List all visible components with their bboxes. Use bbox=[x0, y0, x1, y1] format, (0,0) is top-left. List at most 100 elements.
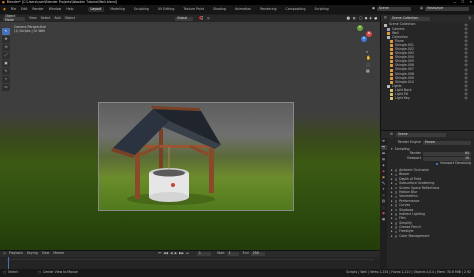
tab-scripting[interactable]: Scripting bbox=[311, 7, 331, 12]
jump-start-icon[interactable]: ⏮ bbox=[158, 252, 161, 255]
gizmo-z-axis[interactable]: Z bbox=[361, 36, 367, 42]
filter-icon[interactable]: ⚲ bbox=[469, 16, 471, 20]
measure-tool[interactable]: ⌖ bbox=[2, 76, 10, 83]
panel-enable-checkbox[interactable] bbox=[394, 230, 398, 234]
tab-compositing[interactable]: Compositing bbox=[283, 7, 309, 12]
tab-animation[interactable]: Animation bbox=[232, 7, 254, 12]
xray-icon[interactable]: ◧ bbox=[353, 16, 356, 20]
panel-enable-checkbox[interactable] bbox=[394, 200, 398, 203]
end-frame-field[interactable]: 250 bbox=[250, 252, 265, 256]
outliner-item[interactable]: Light Key 👁 bbox=[384, 96, 474, 101]
viewport-menu-add[interactable]: Add bbox=[54, 16, 60, 20]
menu-render[interactable]: Render bbox=[32, 7, 43, 11]
menu-file[interactable]: File bbox=[11, 7, 16, 11]
scale-tool[interactable]: ⤢ bbox=[2, 52, 10, 59]
render-tab-icon[interactable]: 📷 bbox=[380, 145, 387, 150]
timeline-editor-icon[interactable]: ◷ bbox=[3, 252, 6, 255]
material-tab-icon[interactable]: ● bbox=[381, 211, 387, 216]
snap-icon[interactable]: 🧲 bbox=[199, 16, 203, 20]
viewport-menu-view[interactable]: View bbox=[29, 16, 37, 20]
output-tab-icon[interactable]: 🖶 bbox=[381, 151, 387, 156]
scene-field[interactable]: Scene bbox=[377, 6, 412, 11]
properties-editor-icon[interactable]: ⚙ bbox=[390, 132, 393, 136]
3d-viewport[interactable]: Camera Perspective (1) Scripts | Gr Well… bbox=[0, 22, 380, 250]
playhead[interactable] bbox=[8, 257, 9, 269]
timeline-menu-keying[interactable]: Keying bbox=[27, 252, 38, 255]
play-reverse-icon[interactable]: ◀ bbox=[170, 252, 172, 255]
select-tool[interactable]: ↖ bbox=[2, 28, 10, 35]
menu-help[interactable]: Help bbox=[66, 7, 73, 11]
tab-layout[interactable]: Layout bbox=[87, 6, 105, 13]
panel-enable-checkbox[interactable] bbox=[394, 186, 398, 190]
panel-enable-checkbox[interactable] bbox=[394, 208, 398, 212]
blender-menu-icon[interactable]: ◉ bbox=[3, 7, 6, 11]
visibility-eye-icon[interactable]: 👁 bbox=[464, 97, 468, 100]
grid-icon[interactable]: ▦ bbox=[366, 68, 371, 74]
texture-tab-icon[interactable]: ▦ bbox=[381, 217, 387, 222]
constraints-tab-icon[interactable]: ⛓ bbox=[381, 199, 387, 204]
annotate-tool[interactable]: ✎ bbox=[2, 68, 10, 75]
view-layer-field[interactable]: ViewLayer bbox=[425, 6, 470, 11]
shading-material-icon[interactable]: ◐ bbox=[369, 16, 372, 20]
tab-texture-paint[interactable]: Texture Paint bbox=[180, 7, 207, 12]
add-cube-tool[interactable]: ▭ bbox=[2, 84, 10, 91]
world-tab-icon[interactable]: ◉ bbox=[381, 169, 387, 174]
move-tool[interactable]: ✥ bbox=[2, 36, 10, 43]
render-samples-field[interactable]: 64 bbox=[423, 152, 471, 156]
current-frame-field[interactable]: 1 bbox=[196, 252, 211, 256]
viewport-menu-object[interactable]: Object bbox=[65, 16, 75, 20]
modifier-tab-icon[interactable]: 🔧 bbox=[381, 181, 387, 186]
tool-tab-icon[interactable]: ⚒ bbox=[381, 139, 387, 144]
panel-enable-checkbox[interactable] bbox=[394, 191, 398, 194]
object-tab-icon[interactable]: ▣ bbox=[381, 175, 387, 180]
prev-key-icon[interactable]: ◀◀ bbox=[163, 252, 168, 255]
minimize-icon[interactable]: — bbox=[453, 0, 456, 4]
panel-enable-checkbox[interactable] bbox=[394, 226, 398, 229]
panel-enable-checkbox[interactable] bbox=[394, 235, 398, 238]
navigation-gizmo[interactable]: X Y Z bbox=[355, 25, 373, 43]
gizmo-x-axis[interactable]: X bbox=[366, 31, 372, 37]
data-tab-icon[interactable]: △ bbox=[381, 205, 387, 210]
viewport-denoise-row[interactable]: Viewport Denoising bbox=[391, 161, 471, 166]
panel-enable-checkbox[interactable] bbox=[394, 178, 398, 181]
gizmo-y-axis[interactable]: Y bbox=[357, 25, 363, 31]
pan-icon[interactable]: ✋ bbox=[366, 55, 371, 61]
physics-tab-icon[interactable]: ◎ bbox=[381, 193, 387, 198]
proportional-edit-icon[interactable]: ◎ bbox=[207, 16, 210, 20]
tab-uv-editing[interactable]: UV Editing bbox=[155, 7, 178, 12]
play-icon[interactable]: ▶ bbox=[175, 252, 177, 255]
menu-window[interactable]: Window bbox=[49, 7, 62, 11]
orientation-dropdown[interactable]: Global bbox=[174, 16, 193, 21]
close-icon[interactable]: ✕ bbox=[469, 0, 472, 4]
shading-wireframe-icon[interactable]: ◯ bbox=[359, 16, 363, 20]
panel-enable-checkbox[interactable] bbox=[394, 217, 398, 221]
denoise-checkbox[interactable] bbox=[435, 162, 439, 166]
panel-enable-checkbox[interactable] bbox=[394, 195, 398, 199]
panel-enable-checkbox[interactable] bbox=[394, 173, 398, 177]
view-layer-tab-icon[interactable]: ▤ bbox=[381, 157, 387, 162]
transform-tool[interactable]: ▣ bbox=[2, 60, 10, 67]
next-key-icon[interactable]: ▶▶ bbox=[179, 252, 184, 255]
overlays-icon[interactable]: ⬤ bbox=[346, 16, 350, 20]
render-panel-row[interactable]: ▸ Color Management bbox=[391, 234, 471, 238]
rotate-tool[interactable]: ⟲ bbox=[2, 44, 10, 51]
viewport-samples-field[interactable]: 16 bbox=[423, 157, 471, 161]
tab-sculpting[interactable]: Sculpting bbox=[131, 7, 152, 12]
scene-selector[interactable]: ▣ Scene bbox=[372, 6, 412, 11]
panel-enable-checkbox[interactable] bbox=[394, 182, 398, 185]
scene-tab-icon[interactable]: ◈ bbox=[381, 163, 387, 168]
render-engine-dropdown[interactable]: Eevee bbox=[423, 140, 471, 145]
viewport-menu-select[interactable]: Select bbox=[41, 16, 51, 20]
shading-solid-icon[interactable]: ● bbox=[365, 16, 368, 20]
outliner-editor-icon[interactable]: ☰ bbox=[384, 16, 387, 20]
jump-end-icon[interactable]: ⏭ bbox=[186, 252, 189, 255]
tab-rendering[interactable]: Rendering bbox=[257, 7, 279, 12]
start-frame-field[interactable]: 1 bbox=[226, 252, 239, 256]
panel-enable-checkbox[interactable] bbox=[394, 222, 398, 225]
timeline-menu-view[interactable]: View bbox=[42, 252, 50, 255]
tab-modeling[interactable]: Modeling bbox=[107, 7, 128, 12]
timeline-ruler[interactable] bbox=[6, 259, 374, 260]
particles-tab-icon[interactable]: ✦ bbox=[381, 187, 387, 192]
timeline-menu-playback[interactable]: Playback bbox=[9, 252, 23, 255]
mode-dropdown[interactable]: Object Mode bbox=[3, 15, 25, 21]
